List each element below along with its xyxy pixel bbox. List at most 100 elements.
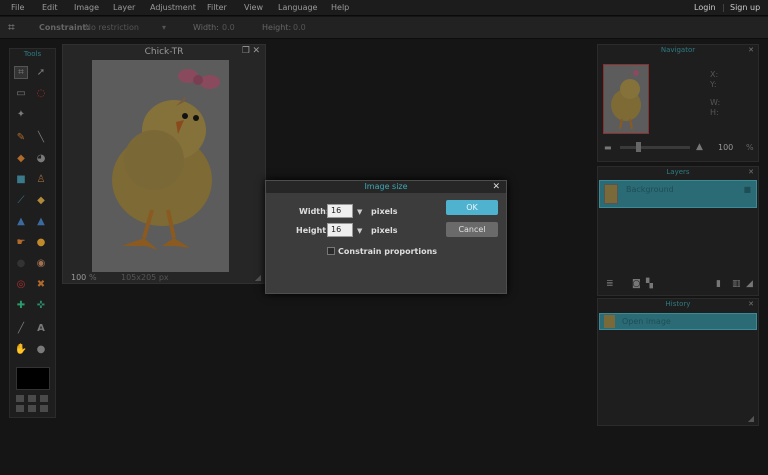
layer-thumbnail [604, 184, 618, 204]
layer-settings-icon[interactable]: ≣ [606, 279, 614, 289]
menu-image[interactable]: Image [74, 3, 99, 12]
h-label: H: [710, 108, 719, 117]
width-value[interactable]: 0.0 [222, 23, 235, 32]
color-picker-tool-icon[interactable]: ╱ [14, 322, 28, 335]
close-icon[interactable]: ✕ [748, 168, 754, 177]
constrain-checkbox[interactable] [327, 247, 335, 255]
layout-grid-icon[interactable] [40, 405, 48, 412]
constraint-label: Constraint: [39, 23, 90, 32]
layer-row[interactable]: Background ■ [599, 180, 757, 208]
pencil-tool-icon[interactable]: ✎ [14, 131, 28, 144]
zoom-value[interactable]: 100 [71, 273, 86, 282]
image-canvas[interactable] [92, 60, 229, 272]
tools-panel: Tools ⌗ ➚ ▭ ◌ ✦ ✎ ╲ ◆ ◕ ■ ♙ ⟋ ◆ ▲ ▲ ☛ ● … [9, 48, 56, 418]
hand-tool-icon[interactable]: ✋ [14, 343, 28, 356]
layout-grid-icon[interactable] [40, 395, 48, 402]
zoom-slider-handle[interactable] [636, 142, 641, 152]
pinch-tool-icon[interactable]: ✜ [34, 299, 48, 312]
layer-mask-icon[interactable]: ◙ [632, 279, 641, 289]
chevron-down-icon[interactable]: ▾ [162, 23, 166, 32]
navigator-zoom-unit: % [746, 143, 754, 152]
ok-button[interactable]: OK [446, 200, 498, 215]
marquee-tool-icon[interactable]: ▭ [14, 87, 28, 100]
drawing-tool-icon[interactable]: ◆ [34, 194, 48, 207]
auth-divider: | [722, 3, 725, 12]
blur-tool-icon[interactable]: ▲ [14, 215, 28, 228]
layer-lock-icon[interactable]: ■ [743, 185, 751, 194]
resize-grip-icon[interactable]: ◢ [255, 273, 261, 282]
constraint-select[interactable]: No restriction [85, 23, 139, 32]
signup-link[interactable]: Sign up [730, 3, 760, 12]
menu-language[interactable]: Language [278, 3, 317, 12]
spot-heal-tool-icon[interactable]: ✖ [34, 278, 48, 291]
close-icon[interactable]: ✕ [492, 182, 500, 192]
layout-grid-icon[interactable] [16, 405, 24, 412]
layer-effects-icon[interactable]: ▚ [646, 279, 653, 289]
login-link[interactable]: Login [694, 3, 716, 12]
sharpen-tool-icon[interactable]: ▲ [34, 215, 48, 228]
lasso-tool-icon[interactable]: ◌ [34, 87, 48, 100]
move-tool-icon[interactable]: ➚ [34, 66, 48, 79]
sponge-tool-icon[interactable]: ● [34, 236, 48, 249]
layout-grid-icon[interactable] [28, 405, 36, 412]
bucket-tool-icon[interactable]: ◕ [34, 152, 48, 165]
navigator-zoom-value[interactable]: 100 [718, 143, 733, 152]
close-icon[interactable]: ✕ [748, 300, 754, 309]
menu-filter[interactable]: Filter [207, 3, 227, 12]
chevron-down-icon[interactable]: ▼ [357, 227, 362, 235]
resize-grip-icon[interactable]: ◢ [748, 414, 754, 423]
height-unit: pixels [371, 226, 398, 235]
new-layer-icon[interactable]: ▮ [716, 279, 721, 289]
navigator-thumbnail[interactable] [603, 64, 649, 134]
restore-icon[interactable]: ❐ [242, 46, 250, 56]
menu-view[interactable]: View [244, 3, 263, 12]
close-icon[interactable]: ✕ [748, 46, 754, 55]
dodge-tool-icon[interactable]: ● [14, 257, 28, 270]
height-input[interactable]: 16 [327, 223, 353, 237]
menu-bar: File Edit Image Layer Adjustment Filter … [0, 0, 768, 16]
width-input[interactable]: 16 [327, 204, 353, 218]
color-swatch[interactable] [16, 367, 50, 390]
menu-edit[interactable]: Edit [42, 3, 58, 12]
document-window: Chick-TR ❐ ✕ 100 % 105x205 px ◢ [62, 44, 266, 284]
clone-tool-icon[interactable]: ♙ [34, 173, 48, 186]
width-unit: pixels [371, 207, 398, 216]
image-size-dialog: Image size ✕ Width: 16 ▼ pixels Height: … [265, 180, 507, 294]
chick-thumbnail [611, 70, 641, 130]
gradient-tool-icon[interactable]: ■ [14, 173, 28, 186]
menu-adjustment[interactable]: Adjustment [150, 3, 196, 12]
zoom-tool-icon[interactable]: ● [34, 343, 48, 356]
layout-grid-icon[interactable] [28, 395, 36, 402]
trash-icon[interactable]: ▥ [732, 279, 741, 289]
options-toolbar: ⌗ Constraint: No restriction ▾ Width: 0.… [0, 17, 768, 39]
chevron-down-icon[interactable]: ▼ [357, 208, 362, 216]
crop-tool-icon[interactable]: ⌗ [14, 66, 28, 79]
color-replace-tool-icon[interactable]: ⟋ [14, 194, 28, 207]
tools-panel-title: Tools [23, 50, 42, 58]
red-eye-tool-icon[interactable]: ◎ [14, 278, 28, 291]
menu-help[interactable]: Help [331, 3, 349, 12]
type-tool-icon[interactable]: A [34, 322, 48, 335]
zoom-out-icon[interactable]: ▬ [604, 143, 612, 152]
menu-file[interactable]: File [11, 3, 24, 12]
close-icon[interactable]: ✕ [252, 46, 260, 56]
brush-tool-icon[interactable]: ╲ [34, 131, 48, 144]
layout-grid-icon[interactable] [16, 395, 24, 402]
navigator-title: Navigator [660, 46, 696, 54]
zoom-slider-track[interactable] [620, 146, 690, 149]
eraser-tool-icon[interactable]: ◆ [14, 152, 28, 165]
menu-layer[interactable]: Layer [113, 3, 135, 12]
resize-grip-icon[interactable]: ◢ [746, 279, 753, 289]
zoom-in-icon[interactable]: ▲ [696, 142, 703, 152]
height-label: Height: [296, 226, 330, 235]
w-label: W: [710, 98, 721, 107]
image-dimensions: 105x205 px [121, 273, 169, 282]
bloat-tool-icon[interactable]: ✚ [14, 299, 28, 312]
burn-tool-icon[interactable]: ◉ [34, 257, 48, 270]
cancel-button[interactable]: Cancel [446, 222, 498, 237]
constrain-label[interactable]: Constrain proportions [338, 247, 437, 256]
wand-tool-icon[interactable]: ✦ [14, 108, 28, 121]
smudge-tool-icon[interactable]: ☛ [14, 236, 28, 249]
history-row[interactable]: Open image [599, 313, 757, 330]
height-value[interactable]: 0.0 [293, 23, 306, 32]
